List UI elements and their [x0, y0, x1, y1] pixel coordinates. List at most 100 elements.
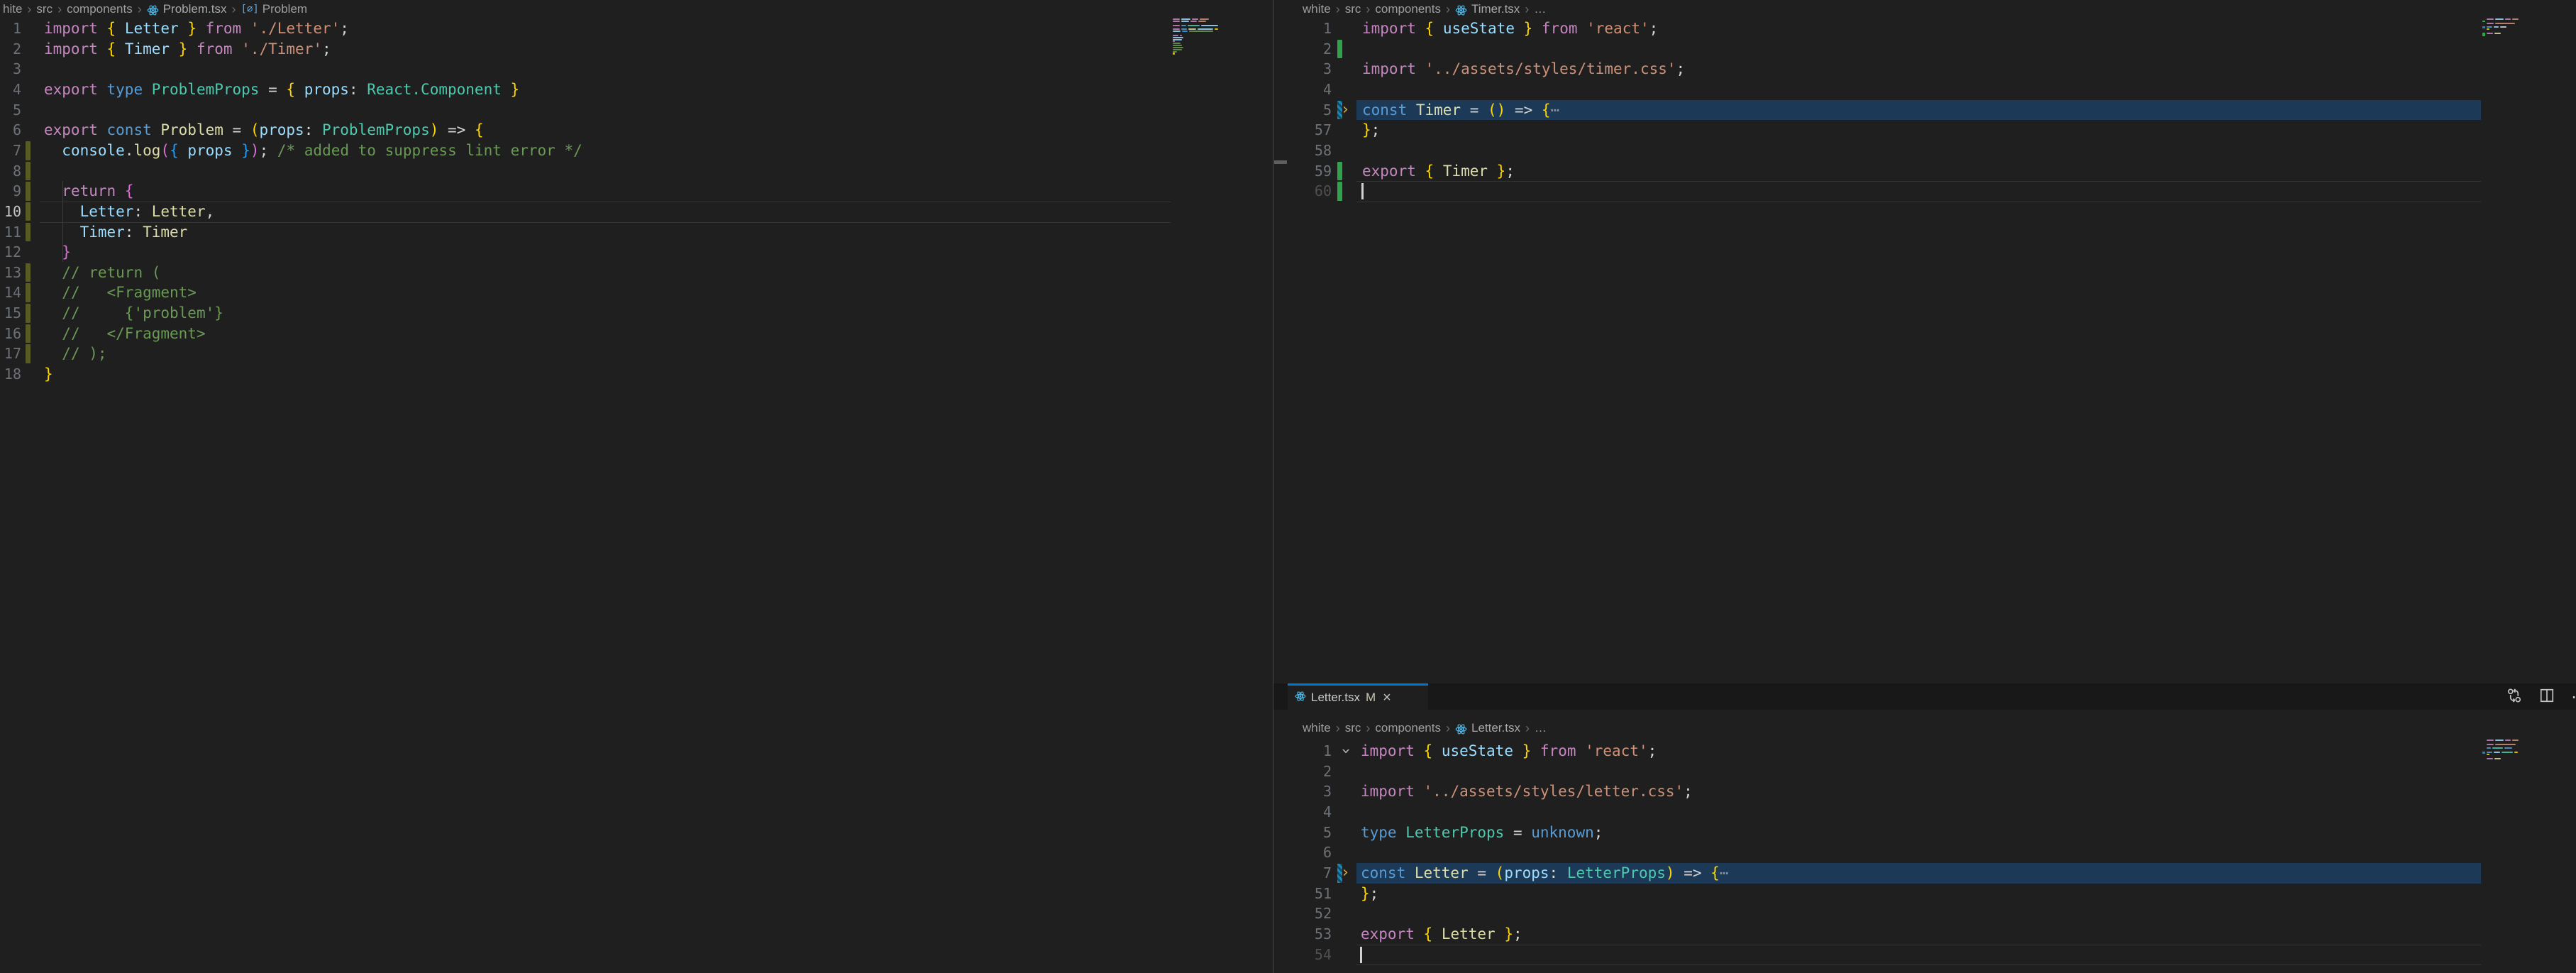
code-line[interactable]: const Letter = (props: LetterProps) => {… [1361, 863, 1728, 884]
minimap-line[interactable] [1173, 51, 1177, 53]
minimap-line[interactable] [2487, 747, 2512, 749]
code-line[interactable]: import '../assets/styles/letter.css'; [1361, 781, 1693, 802]
breadcrumb-symbol[interactable]: Problem [262, 2, 307, 16]
minimap-line[interactable] [2487, 744, 2516, 745]
minimap-line[interactable] [1173, 45, 1182, 46]
line-number[interactable]: 3 [0, 59, 21, 79]
breadcrumb-item-hite[interactable]: hite [3, 2, 22, 16]
line-number[interactable]: 52 [1286, 903, 1332, 924]
minimap-line[interactable] [1173, 25, 1218, 26]
breadcrumb-file[interactable]: Problem.tsx [163, 2, 227, 16]
fold-chevron-right-icon[interactable]: › [1342, 863, 1349, 884]
breadcrumb-tail[interactable]: … [1535, 721, 1547, 735]
minimap-line[interactable] [1173, 31, 1213, 32]
fold-chevron-right-icon[interactable]: › [1342, 100, 1349, 121]
git-gutter-modified[interactable] [1337, 101, 1342, 120]
breadcrumb-item-src[interactable]: src [1345, 2, 1361, 16]
line-number[interactable]: 1 [1286, 741, 1332, 762]
fold-chevron-down-icon[interactable]: › [1335, 748, 1356, 754]
line-number[interactable]: 57 [1286, 120, 1332, 141]
breadcrumb-item-white[interactable]: white [1303, 721, 1331, 735]
line-number[interactable]: 2 [1286, 762, 1332, 782]
breadcrumb-tail[interactable]: … [1534, 2, 1546, 16]
compare-changes-icon[interactable] [2506, 687, 2523, 708]
line-number[interactable]: 53 [1286, 924, 1332, 945]
git-gutter-added[interactable] [26, 141, 31, 160]
code-line[interactable]: }; [1361, 884, 1378, 904]
code-line[interactable]: import { useState } from 'react'; [1362, 18, 1658, 39]
line-number[interactable]: 51 [1286, 884, 1332, 904]
line-number[interactable]: 8 [0, 161, 21, 182]
code-line[interactable]: // <Fragment> [44, 282, 197, 303]
more-actions-icon[interactable]: ⋯ [2571, 687, 2576, 707]
line-number[interactable]: 59 [1286, 161, 1332, 182]
close-icon[interactable]: × [1383, 691, 1391, 705]
minimap-line[interactable] [1173, 28, 1218, 30]
minimap-line[interactable] [2487, 18, 2519, 20]
git-gutter-modified[interactable] [1337, 864, 1342, 883]
line-number[interactable]: 4 [1286, 79, 1332, 100]
breadcrumb-item-components[interactable]: components [1375, 721, 1441, 735]
git-gutter-added[interactable] [1337, 40, 1342, 59]
minimap-line[interactable] [2487, 754, 2489, 755]
minimap-line[interactable] [2487, 26, 2506, 28]
line-number[interactable]: 13 [0, 263, 21, 283]
line-number[interactable]: 9 [0, 181, 21, 202]
git-gutter-added[interactable] [26, 182, 31, 201]
git-gutter-added[interactable] [26, 162, 31, 181]
line-number[interactable]: 18 [0, 364, 21, 385]
minimap-line[interactable] [2487, 33, 2501, 34]
minimap-line[interactable] [1173, 39, 1182, 40]
code-line[interactable]: type LetterProps = unknown; [1361, 823, 1603, 843]
minimap-line[interactable] [2487, 28, 2489, 30]
minimap-line[interactable] [1173, 37, 1183, 38]
minimap-line[interactable] [2487, 740, 2519, 741]
line-number[interactable]: 54 [1286, 945, 1332, 965]
git-gutter-added[interactable] [1337, 182, 1342, 201]
line-number[interactable]: 3 [1286, 59, 1332, 79]
breadcrumb-item-white[interactable]: white [1303, 2, 1331, 16]
code-line[interactable]: // ); [44, 343, 107, 364]
line-number[interactable]: 6 [1286, 842, 1332, 863]
line-number[interactable]: 1 [0, 18, 21, 39]
minimap-line[interactable] [1173, 47, 1183, 48]
minimap-line[interactable] [1173, 53, 1175, 54]
breadcrumb-file[interactable]: Letter.tsx [1471, 721, 1520, 735]
line-number[interactable]: 5 [1286, 100, 1332, 121]
minimap-line[interactable] [2487, 758, 2501, 759]
minimap-line[interactable] [1173, 35, 1182, 36]
code-line[interactable]: console.log({ props }); /* added to supp… [44, 141, 582, 161]
git-gutter-added[interactable] [1337, 162, 1342, 181]
git-gutter-added[interactable] [26, 263, 31, 282]
code-line[interactable]: // {'problem'} [44, 303, 223, 324]
line-number[interactable]: 7 [0, 141, 21, 161]
minimap-line[interactable] [1173, 18, 1209, 20]
code-line[interactable]: }; [1362, 120, 1380, 141]
code-line[interactable]: import '../assets/styles/timer.css'; [1362, 59, 1685, 79]
code-line[interactable]: import { Timer } from './Timer'; [44, 39, 331, 60]
code-line[interactable]: export { Timer }; [1362, 161, 1515, 182]
code-line[interactable]: // </Fragment> [44, 324, 206, 344]
line-number[interactable]: 58 [1286, 141, 1332, 161]
line-number[interactable]: 4 [0, 79, 21, 100]
line-number[interactable]: 2 [0, 39, 21, 60]
minimap-line[interactable] [1173, 21, 1206, 22]
line-number[interactable]: 7 [1286, 863, 1332, 884]
breadcrumb-item-components[interactable]: components [1375, 2, 1441, 16]
breadcrumb-item-src[interactable]: src [36, 2, 52, 16]
breadcrumb-item-src[interactable]: src [1345, 721, 1361, 735]
line-number[interactable]: 10 [0, 202, 21, 222]
code-line[interactable]: import { useState } from 'react'; [1361, 741, 1657, 762]
line-number[interactable]: 15 [0, 303, 21, 324]
minimap-line[interactable] [1173, 40, 1175, 42]
code-line[interactable]: export type ProblemProps = { props: Reac… [44, 79, 519, 100]
code-line[interactable]: // return ( [44, 263, 160, 283]
code-line[interactable]: export { Letter }; [1361, 924, 1522, 945]
minimap-line[interactable] [1173, 49, 1182, 50]
code-line[interactable]: return { [44, 181, 133, 202]
code-line[interactable]: export const Problem = (props: ProblemPr… [44, 120, 484, 141]
git-gutter-added[interactable] [26, 344, 31, 363]
line-number[interactable]: 60 [1286, 181, 1332, 202]
minimap-line[interactable] [2487, 752, 2518, 753]
git-gutter-added[interactable] [26, 304, 31, 323]
